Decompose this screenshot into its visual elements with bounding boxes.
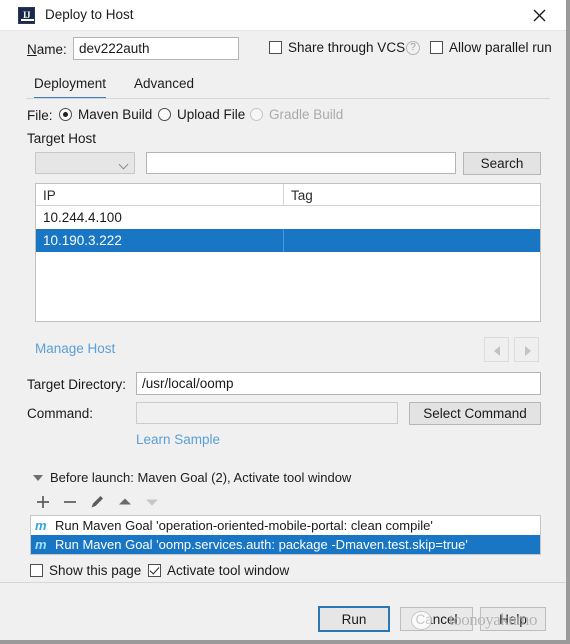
cell-ip: 10.244.4.100 xyxy=(43,210,122,225)
host-table[interactable]: IP Tag 10.244.4.100 10.190.3.222 xyxy=(35,183,541,322)
name-input[interactable] xyxy=(73,37,239,60)
tab-deployment[interactable]: Deployment xyxy=(34,72,107,99)
list-item-label: Run Maven Goal 'operation-oriented-mobil… xyxy=(55,518,433,533)
search-input[interactable] xyxy=(146,152,456,174)
allow-parallel-run-checkbox[interactable]: Allow parallel run xyxy=(430,40,552,55)
before-launch-header: Before launch: Maven Goal (2), Activate … xyxy=(27,470,550,486)
table-header-row: IP Tag xyxy=(36,184,540,206)
list-item[interactable]: m Run Maven Goal 'oomp.services.auth: pa… xyxy=(31,535,540,554)
chevron-right-icon[interactable] xyxy=(514,337,539,362)
select-command-button[interactable]: Select Command xyxy=(409,402,541,425)
arrow-down-icon xyxy=(141,491,163,513)
allow-parallel-run-label: Allow parallel run xyxy=(449,40,552,55)
tab-divider xyxy=(26,98,550,99)
activate-tool-window-label: Activate tool window xyxy=(167,563,290,578)
file-label: File: xyxy=(27,108,53,123)
radio-maven-build[interactable]: Maven Build xyxy=(59,107,152,122)
radio-gradle-build-label: Gradle Build xyxy=(269,107,344,122)
target-directory-input[interactable] xyxy=(136,372,541,395)
chevron-down-icon xyxy=(118,159,129,170)
show-this-page-label: Show this page xyxy=(49,563,142,578)
command-input[interactable] xyxy=(136,402,398,424)
radio-upload-file-label: Upload File xyxy=(177,107,246,122)
radio-gradle-build: Gradle Build xyxy=(250,107,343,122)
radio-upload-file[interactable]: Upload File xyxy=(158,107,245,122)
search-button[interactable]: Search xyxy=(463,152,541,175)
deploy-to-host-dialog: IJ Deploy to Host Name: Share through VC… xyxy=(0,0,570,644)
tab-advanced[interactable]: Advanced xyxy=(134,72,194,99)
help-icon[interactable]: ? xyxy=(406,41,420,55)
close-icon[interactable] xyxy=(516,0,562,30)
footer-divider xyxy=(0,582,566,583)
target-directory-label: Target Directory: xyxy=(27,377,127,392)
command-label: Command: xyxy=(27,406,94,421)
maven-icon: m xyxy=(35,517,47,533)
before-launch-toolbar xyxy=(30,491,190,513)
radio-dot xyxy=(59,108,72,121)
share-through-vcs-checkbox[interactable]: Share through VCS xyxy=(269,40,405,55)
list-item[interactable]: m Run Maven Goal 'operation-oriented-mob… xyxy=(31,516,540,535)
radio-dot xyxy=(250,108,263,121)
cancel-button[interactable]: Cancel xyxy=(400,607,473,631)
title-bar: IJ Deploy to Host xyxy=(0,0,566,31)
before-launch-title: Before launch: Maven Goal (2), Activate … xyxy=(50,470,358,485)
cell-ip: 10.190.3.222 xyxy=(36,229,284,252)
window-title: Deploy to Host xyxy=(45,7,134,22)
help-button[interactable]: Help xyxy=(480,607,546,631)
tab-bar: Deployment Advanced xyxy=(26,72,550,100)
column-header-tag[interactable]: Tag xyxy=(284,184,540,205)
activate-tool-window-checkbox[interactable]: Activate tool window xyxy=(148,563,289,578)
caret-down-icon[interactable] xyxy=(33,475,43,481)
learn-sample-link[interactable]: Learn Sample xyxy=(136,432,220,447)
host-filter-dropdown[interactable] xyxy=(35,152,135,174)
share-through-vcs-label: Share through VCS xyxy=(288,40,406,55)
plus-icon[interactable] xyxy=(32,491,54,513)
arrow-up-icon[interactable] xyxy=(114,491,136,513)
minus-icon[interactable] xyxy=(59,491,81,513)
chevron-left-icon[interactable] xyxy=(484,337,509,362)
pencil-icon[interactable] xyxy=(86,491,108,513)
list-item-label: Run Maven Goal 'oomp.services.auth: pack… xyxy=(55,537,468,552)
column-header-ip[interactable]: IP xyxy=(36,184,284,205)
table-row[interactable]: 10.190.3.222 xyxy=(36,229,540,252)
show-this-page-checkbox[interactable]: Show this page xyxy=(30,563,141,578)
table-row[interactable]: 10.244.4.100 xyxy=(36,206,540,229)
run-button[interactable]: Run xyxy=(318,606,390,632)
maven-icon: m xyxy=(35,536,47,552)
checkbox-box xyxy=(148,564,161,577)
name-label: Name: xyxy=(27,42,67,57)
radio-maven-build-label: Maven Build xyxy=(78,107,153,122)
intellij-idea-icon: IJ xyxy=(18,7,35,24)
manage-host-link[interactable]: Manage Host xyxy=(35,341,115,356)
checkbox-box xyxy=(30,564,43,577)
before-launch-task-list[interactable]: m Run Maven Goal 'operation-oriented-mob… xyxy=(30,515,541,555)
checkbox-box xyxy=(430,41,443,54)
target-host-section-label: Target Host xyxy=(27,131,97,146)
checkbox-box xyxy=(269,41,282,54)
radio-dot xyxy=(158,108,171,121)
